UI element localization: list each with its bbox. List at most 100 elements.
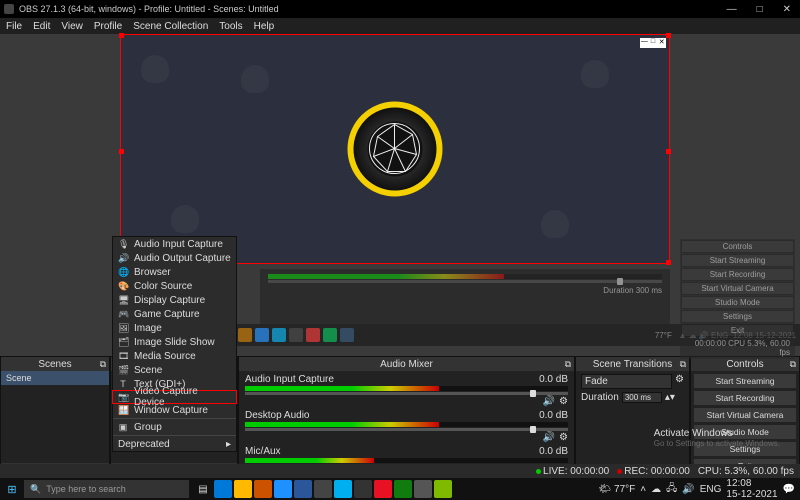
menu-deprecated[interactable]: Deprecated▸ bbox=[113, 437, 236, 451]
audio-mixer-panel: Audio Mixer⧉ Audio Input Capture0.0 dB 🔊… bbox=[238, 356, 575, 478]
gear-icon[interactable]: ⚙ bbox=[675, 374, 684, 389]
window-titlebar: OBS 27.1.3 (64-bit, windows) - Profile: … bbox=[0, 0, 800, 18]
resize-handle[interactable] bbox=[666, 149, 671, 154]
taskbar-app-icon[interactable] bbox=[334, 480, 352, 498]
duration-input[interactable] bbox=[622, 392, 662, 403]
menu-edit[interactable]: Edit bbox=[33, 21, 50, 32]
preview-canvas[interactable]: —□✕ bbox=[120, 34, 670, 264]
gear-icon[interactable]: ⚙ bbox=[559, 432, 568, 443]
language-indicator[interactable]: ENG bbox=[700, 484, 722, 495]
taskbar-app-icon[interactable] bbox=[214, 480, 232, 498]
menu-help[interactable]: Help bbox=[254, 21, 275, 32]
live-indicator-icon bbox=[536, 469, 541, 474]
undock-icon[interactable]: ⧉ bbox=[565, 359, 571, 370]
taskbar-app-icon[interactable] bbox=[374, 480, 392, 498]
taskbar-app-icon[interactable] bbox=[234, 480, 252, 498]
menu-image[interactable]: 🖼Image bbox=[113, 321, 236, 335]
menu-image-slide-show[interactable]: 🗂Image Slide Show bbox=[113, 335, 236, 349]
start-streaming-button[interactable]: Start Streaming bbox=[693, 373, 797, 389]
search-icon: 🔍 bbox=[30, 484, 41, 495]
taskbar-app-icon[interactable] bbox=[294, 480, 312, 498]
onedrive-icon[interactable]: ☁ bbox=[651, 484, 661, 495]
menu-scene-collection[interactable]: Scene Collection bbox=[133, 21, 208, 32]
menu-display-capture[interactable]: 🖥Display Capture bbox=[113, 293, 236, 307]
gear-icon[interactable]: ⚙ bbox=[559, 396, 568, 407]
resize-handle[interactable] bbox=[666, 260, 671, 265]
taskbar-search[interactable]: 🔍 Type here to search bbox=[24, 480, 189, 498]
mixer-channel: Desktop Audio0.0 dB 🔊⚙ bbox=[245, 410, 568, 443]
resize-handle[interactable] bbox=[119, 33, 124, 38]
menu-game-capture[interactable]: 🎮Game Capture bbox=[113, 307, 236, 321]
menu-separator bbox=[113, 435, 236, 436]
taskbar-app-icon[interactable] bbox=[274, 480, 292, 498]
transition-select[interactable]: Fade bbox=[581, 374, 672, 389]
vu-meter bbox=[245, 422, 568, 427]
start-virtual-camera-button[interactable]: Start Virtual Camera bbox=[693, 407, 797, 423]
task-view-icon[interactable]: ▤ bbox=[194, 480, 212, 498]
menu-media-source[interactable]: 🎞Media Source bbox=[113, 349, 236, 363]
menu-view[interactable]: View bbox=[61, 21, 83, 32]
panel-title: Audio Mixer bbox=[380, 359, 433, 370]
captured-window-controls: —□✕ bbox=[640, 38, 666, 48]
cpu-stats: CPU: 5.3%, 60.00 fps bbox=[698, 466, 794, 477]
vu-meter bbox=[245, 458, 568, 463]
controls-panel: Controls⧉ Start Streaming Start Recordin… bbox=[690, 356, 800, 478]
resize-handle[interactable] bbox=[666, 33, 671, 38]
tray-chevron-icon[interactable]: ˄ bbox=[640, 484, 646, 495]
menu-color-source[interactable]: 🎨Color Source bbox=[113, 279, 236, 293]
scenes-panel: Scenes⧉ Scene + − ∧ ∨ bbox=[0, 356, 110, 478]
group-icon: ▣ bbox=[118, 422, 128, 433]
menu-scene[interactable]: 🎬Scene bbox=[113, 363, 236, 377]
menu-file[interactable]: File bbox=[6, 21, 22, 32]
menu-video-capture-device[interactable]: 📷Video Capture Device bbox=[112, 390, 237, 404]
gamepad-icon: 🎮 bbox=[118, 309, 128, 320]
close-icon[interactable]: ✕ bbox=[778, 4, 796, 15]
ghost-icon bbox=[581, 60, 609, 88]
menu-group[interactable]: ▣Group bbox=[113, 420, 236, 434]
taskbar-app-icon[interactable] bbox=[434, 480, 452, 498]
taskbar-app-icon[interactable] bbox=[394, 480, 412, 498]
duration-label: Duration bbox=[581, 392, 619, 403]
network-icon[interactable]: 🖧 bbox=[666, 481, 677, 498]
menu-profile[interactable]: Profile bbox=[94, 21, 122, 32]
undock-icon[interactable]: ⧉ bbox=[790, 359, 796, 370]
undock-icon[interactable]: ⧉ bbox=[100, 359, 106, 370]
menu-audio-input-capture[interactable]: 🎙Audio Input Capture bbox=[113, 237, 236, 251]
taskbar-app-icon[interactable] bbox=[314, 480, 332, 498]
resize-handle[interactable] bbox=[119, 149, 124, 154]
taskbar-app-icon[interactable] bbox=[414, 480, 432, 498]
window-title: OBS 27.1.3 (64-bit, windows) - Profile: … bbox=[19, 4, 722, 14]
undock-icon[interactable]: ⧉ bbox=[680, 359, 686, 370]
scene-transitions-panel: Scene Transitions⧉ Fade ⚙ Duration ▴▾ bbox=[575, 356, 690, 478]
ghost-icon bbox=[171, 205, 199, 233]
menu-tools[interactable]: Tools bbox=[219, 21, 242, 32]
volume-slider[interactable] bbox=[245, 428, 568, 431]
minimize-icon[interactable]: — bbox=[722, 4, 742, 15]
mic-icon: 🎙 bbox=[118, 239, 128, 250]
monitor-icon: 🖥 bbox=[118, 295, 128, 306]
taskbar-app-icon[interactable] bbox=[354, 480, 372, 498]
notifications-icon[interactable]: 💬 bbox=[783, 484, 795, 495]
volume-slider[interactable] bbox=[245, 392, 568, 395]
stepper-icon[interactable]: ▴▾ bbox=[665, 392, 675, 403]
add-source-context-menu: 🎙Audio Input Capture 🔊Audio Output Captu… bbox=[112, 236, 237, 452]
scene-item[interactable]: Scene bbox=[1, 371, 109, 385]
taskbar-app-icon[interactable] bbox=[254, 480, 272, 498]
volume-icon[interactable]: 🔊 bbox=[682, 484, 694, 495]
status-bar: LIVE: 00:00:00 REC: 00:00:00 CPU: 5.3%, … bbox=[0, 464, 800, 478]
globe-icon: 🌐 bbox=[118, 267, 128, 278]
start-recording-button[interactable]: Start Recording bbox=[693, 390, 797, 406]
mute-icon[interactable]: 🔊 bbox=[543, 432, 555, 443]
palette-icon: 🎨 bbox=[118, 281, 128, 292]
system-tray[interactable]: 🌤 77°F ˄ ☁ 🖧 🔊 ENG 12:0815-12-2021 💬 bbox=[594, 478, 800, 500]
menu-separator bbox=[113, 418, 236, 419]
maximize-icon[interactable]: □ bbox=[752, 4, 768, 15]
rec-indicator-icon bbox=[617, 469, 622, 474]
mute-icon[interactable]: 🔊 bbox=[543, 396, 555, 407]
clock[interactable]: 12:0815-12-2021 bbox=[726, 478, 777, 500]
start-button[interactable]: ⊞ bbox=[0, 478, 24, 500]
menu-audio-output-capture[interactable]: 🔊Audio Output Capture bbox=[113, 251, 236, 265]
menu-bar: File Edit View Profile Scene Collection … bbox=[0, 18, 800, 34]
menu-browser[interactable]: 🌐Browser bbox=[113, 265, 236, 279]
weather-widget[interactable]: 🌤 77°F bbox=[599, 484, 636, 495]
